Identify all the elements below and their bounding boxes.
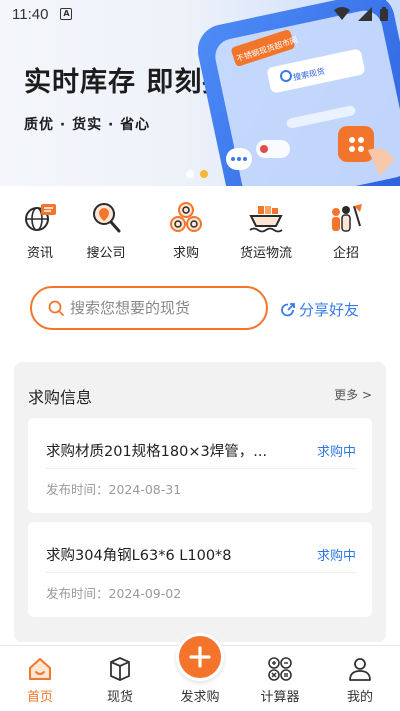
- search-icon: [48, 300, 64, 316]
- quick-nav-label: 求购: [172, 246, 199, 261]
- tab-label: 现货: [106, 690, 133, 705]
- post-purchase-label: 发求购: [180, 690, 220, 705]
- recruitment-people-icon: [332, 204, 362, 232]
- publish-date: 发布时间：2024-09-02: [46, 586, 182, 601]
- stock-box-icon: [110, 657, 130, 681]
- plus-icon: [189, 646, 211, 668]
- tab-label: 计算器: [260, 690, 300, 705]
- post-purchase-button[interactable]: [176, 633, 224, 681]
- quick-nav-news[interactable]: 资讯: [14, 200, 66, 270]
- tab-home[interactable]: 首页: [0, 646, 80, 711]
- quick-nav-label: 货运物流: [239, 246, 292, 261]
- quick-nav-search-company[interactable]: 搜公司: [66, 200, 146, 270]
- quick-nav-label: 企招: [332, 246, 359, 261]
- quick-nav-logistics[interactable]: 货运物流: [226, 200, 306, 270]
- share-icon: [281, 302, 295, 316]
- quick-nav-label: 搜公司: [86, 246, 126, 261]
- search-box[interactable]: [30, 286, 268, 330]
- circles-icon: [170, 202, 202, 232]
- divider: [46, 572, 356, 573]
- calculator-icon: [268, 657, 292, 681]
- quick-nav-recruit[interactable]: 企招: [306, 200, 386, 270]
- signal-icon: [358, 7, 372, 21]
- publish-date: 发布时间：2024-08-31: [46, 482, 182, 497]
- purchase-title: 求购材质201规格180×3焊管，...: [46, 444, 268, 460]
- purchase-card[interactable]: 求购材质201规格180×3焊管，... 求购中 发布时间：2024-08-31: [28, 418, 372, 513]
- wifi-icon: [334, 7, 350, 20]
- status-badge: 求购中: [316, 445, 356, 460]
- tab-profile[interactable]: 我的: [320, 646, 400, 711]
- status-badge: 求购中: [316, 549, 356, 564]
- share-label: 分享好友: [299, 301, 360, 319]
- status-time: 11:40: [12, 5, 49, 23]
- battery-icon: [380, 7, 388, 21]
- quick-nav-label: 资讯: [26, 246, 53, 261]
- carousel-dot[interactable]: [186, 170, 194, 178]
- quick-nav: 资讯 搜公司 求购 货运物流 企招: [0, 200, 400, 270]
- tab-calculator[interactable]: 计算器: [240, 646, 320, 711]
- user-icon: [349, 658, 371, 681]
- purchase-title: 求购304角钢L63*6 L100*8: [46, 548, 232, 564]
- tab-label: 首页: [26, 690, 53, 705]
- more-link[interactable]: 更多 >: [334, 386, 372, 403]
- search-input[interactable]: [70, 299, 250, 317]
- purchase-card[interactable]: 求购304角钢L63*6 L100*8 求购中 发布时间：2024-09-02: [28, 522, 372, 617]
- cargo-ship-icon: [249, 206, 283, 233]
- quick-nav-purchase[interactable]: 求购: [146, 200, 226, 270]
- share-friends-button[interactable]: 分享好友: [280, 299, 359, 320]
- carousel-indicator: [186, 170, 208, 178]
- globe-news-icon: [25, 204, 56, 231]
- status-bar: 11:40 A: [0, 0, 400, 28]
- notification-a-icon: A: [60, 8, 73, 20]
- carousel-dot-active[interactable]: [200, 170, 208, 178]
- banner-tagline: 质优 · 货实 · 省心: [24, 117, 151, 133]
- magnifier-map-pin-icon: [93, 203, 121, 233]
- tab-stock[interactable]: 现货: [80, 646, 160, 711]
- section-title: 求购信息: [28, 388, 93, 407]
- home-icon: [29, 658, 51, 680]
- tab-label: 我的: [346, 690, 373, 705]
- divider: [46, 468, 356, 469]
- purchase-section: 求购信息 更多 > 求购材质201规格180×3焊管，... 求购中 发布时间：…: [14, 362, 386, 642]
